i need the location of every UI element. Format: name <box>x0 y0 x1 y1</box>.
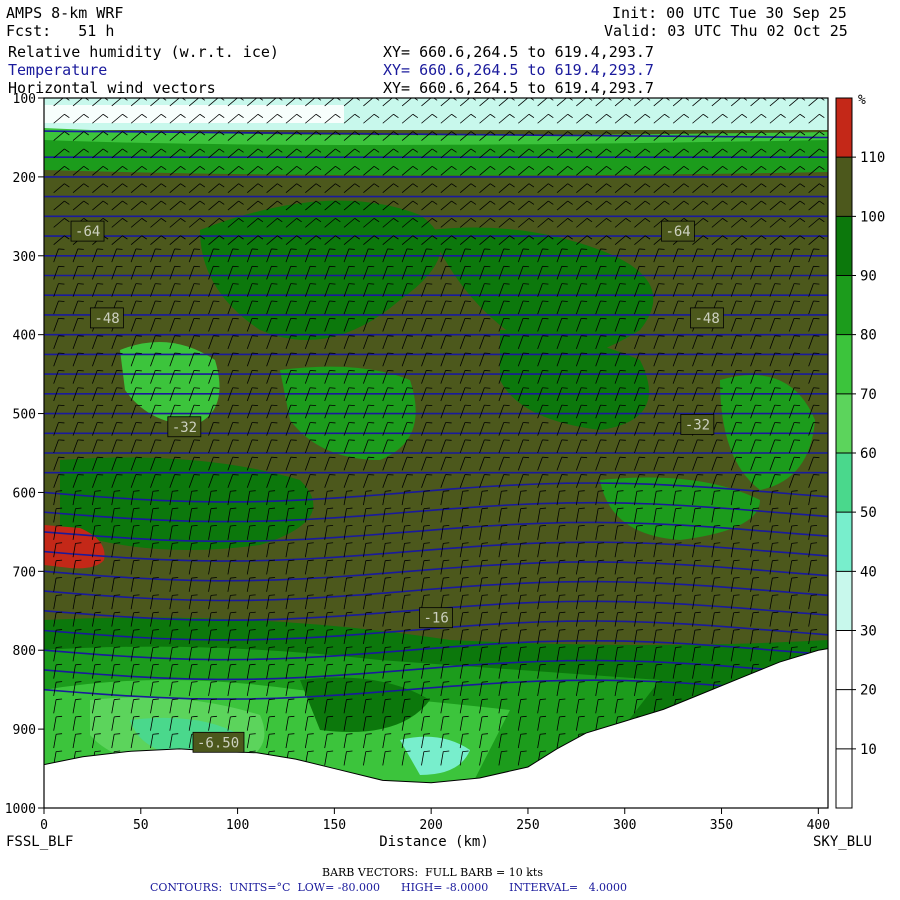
colorbar-swatch <box>836 630 852 690</box>
x-tick-label: 200 <box>419 818 442 833</box>
colorbar-swatch <box>836 216 852 276</box>
colorbar-tick-label: 100 <box>860 209 885 225</box>
x-tick-label: 100 <box>226 818 249 833</box>
colorbar-swatch <box>836 393 852 453</box>
y-tick-label: 300 <box>13 250 36 265</box>
start-station-label: FSSL_BLF <box>6 834 73 850</box>
colorbar-swatch <box>836 453 852 513</box>
colorbar-swatch <box>836 157 852 217</box>
end-station-label: SKY_BLU <box>813 834 872 850</box>
x-tick-label: 150 <box>323 818 346 833</box>
x-tick-label: 300 <box>613 818 636 833</box>
y-tick-label: 400 <box>13 329 36 344</box>
y-tick-label: 600 <box>13 486 36 501</box>
x-tick-label: 0 <box>40 818 48 833</box>
temperature-label: -32 <box>172 420 197 436</box>
barb-legend: BARB VECTORS: FULL BARB = 10 kts <box>322 866 543 879</box>
rh-fill-top-white <box>44 105 344 123</box>
temperature-label: -48 <box>94 311 119 327</box>
colorbar-unit: % <box>858 93 866 108</box>
y-tick-label: 900 <box>13 723 36 738</box>
temperature-label: -48 <box>694 311 719 327</box>
colorbar-tick-label: 110 <box>860 150 885 166</box>
colorbar-tick-label: 90 <box>860 269 877 285</box>
colorbar-tick-label: 70 <box>860 387 877 403</box>
colorbar: 10 20 30 40 50 60 70 80 90 100 110 <box>835 97 885 809</box>
y-tick-label: 500 <box>13 408 36 423</box>
y-tick-label: 1000 <box>5 802 36 817</box>
temperature-label: -32 <box>685 417 710 433</box>
y-axis: 100 200 300 400 500 600 700 800 900 1000 <box>5 92 44 817</box>
y-tick-label: 700 <box>13 565 36 580</box>
colorbar-tick-label: 20 <box>860 683 877 699</box>
colorbar-tick-label: 40 <box>860 564 877 580</box>
x-tick-label: 350 <box>710 818 733 833</box>
temperature-label: -64 <box>665 224 690 240</box>
colorbar-tick-label: 80 <box>860 328 877 344</box>
x-axis: 0 50 100 150 200 250 300 350 400 <box>40 808 830 833</box>
y-tick-label: 100 <box>13 92 36 107</box>
x-tick-label: 250 <box>516 818 539 833</box>
colorbar-swatch <box>836 334 852 394</box>
temperature-label: -64 <box>75 224 100 240</box>
contour-legend: CONTOURS: UNITS=°C LOW= -80.000 HIGH= -8… <box>150 881 628 894</box>
temperature-label: -16 <box>423 611 448 627</box>
x-axis-label: Distance (km) <box>379 834 489 850</box>
colorbar-swatch <box>836 275 852 335</box>
x-tick-label: 50 <box>133 818 149 833</box>
colorbar-tick-label: 30 <box>860 624 877 640</box>
temperature-label: -6.50 <box>197 735 239 751</box>
colorbar-tick-label: 50 <box>860 505 877 521</box>
y-tick-label: 800 <box>13 644 36 659</box>
colorbar-swatch <box>836 689 852 749</box>
colorbar-tick-label: 10 <box>860 742 877 758</box>
colorbar-swatch <box>836 571 852 631</box>
colorbar-tick-label: 60 <box>860 446 877 462</box>
colorbar-swatch <box>836 748 852 808</box>
x-tick-label: 400 <box>807 818 830 833</box>
colorbar-swatch <box>836 98 852 158</box>
colorbar-swatch <box>836 512 852 572</box>
cross-section-chart: -64 -64-48 -48-32 -32-16-6.50 1002003004005… <box>5 92 886 850</box>
y-tick-label: 200 <box>13 171 36 186</box>
